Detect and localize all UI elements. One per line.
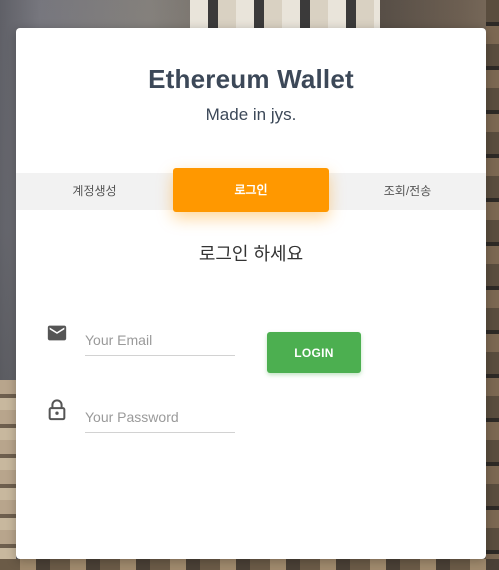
background-street bbox=[0, 559, 499, 570]
login-prompt: 로그인 하세요 bbox=[198, 244, 304, 264]
tab-login[interactable]: 로그인 bbox=[173, 168, 329, 212]
background-building-top bbox=[190, 0, 380, 30]
app-subtitle: Made in jys. bbox=[205, 105, 297, 124]
lock-icon bbox=[46, 398, 72, 424]
email-field[interactable] bbox=[85, 325, 235, 356]
background-building-left bbox=[0, 380, 16, 570]
tab-create-account[interactable]: 계정생성 bbox=[16, 173, 173, 210]
password-field[interactable] bbox=[85, 402, 235, 433]
envelope-icon bbox=[46, 322, 72, 348]
login-button[interactable]: LOGIN bbox=[267, 332, 361, 373]
wallet-card: Ethereum Wallet Made in jys. 계정생성 조회/전송 … bbox=[16, 28, 486, 559]
app-title: Ethereum Wallet bbox=[148, 64, 354, 94]
background-building-right bbox=[486, 0, 499, 570]
tab-lookup-transfer[interactable]: 조회/전송 bbox=[329, 173, 486, 210]
